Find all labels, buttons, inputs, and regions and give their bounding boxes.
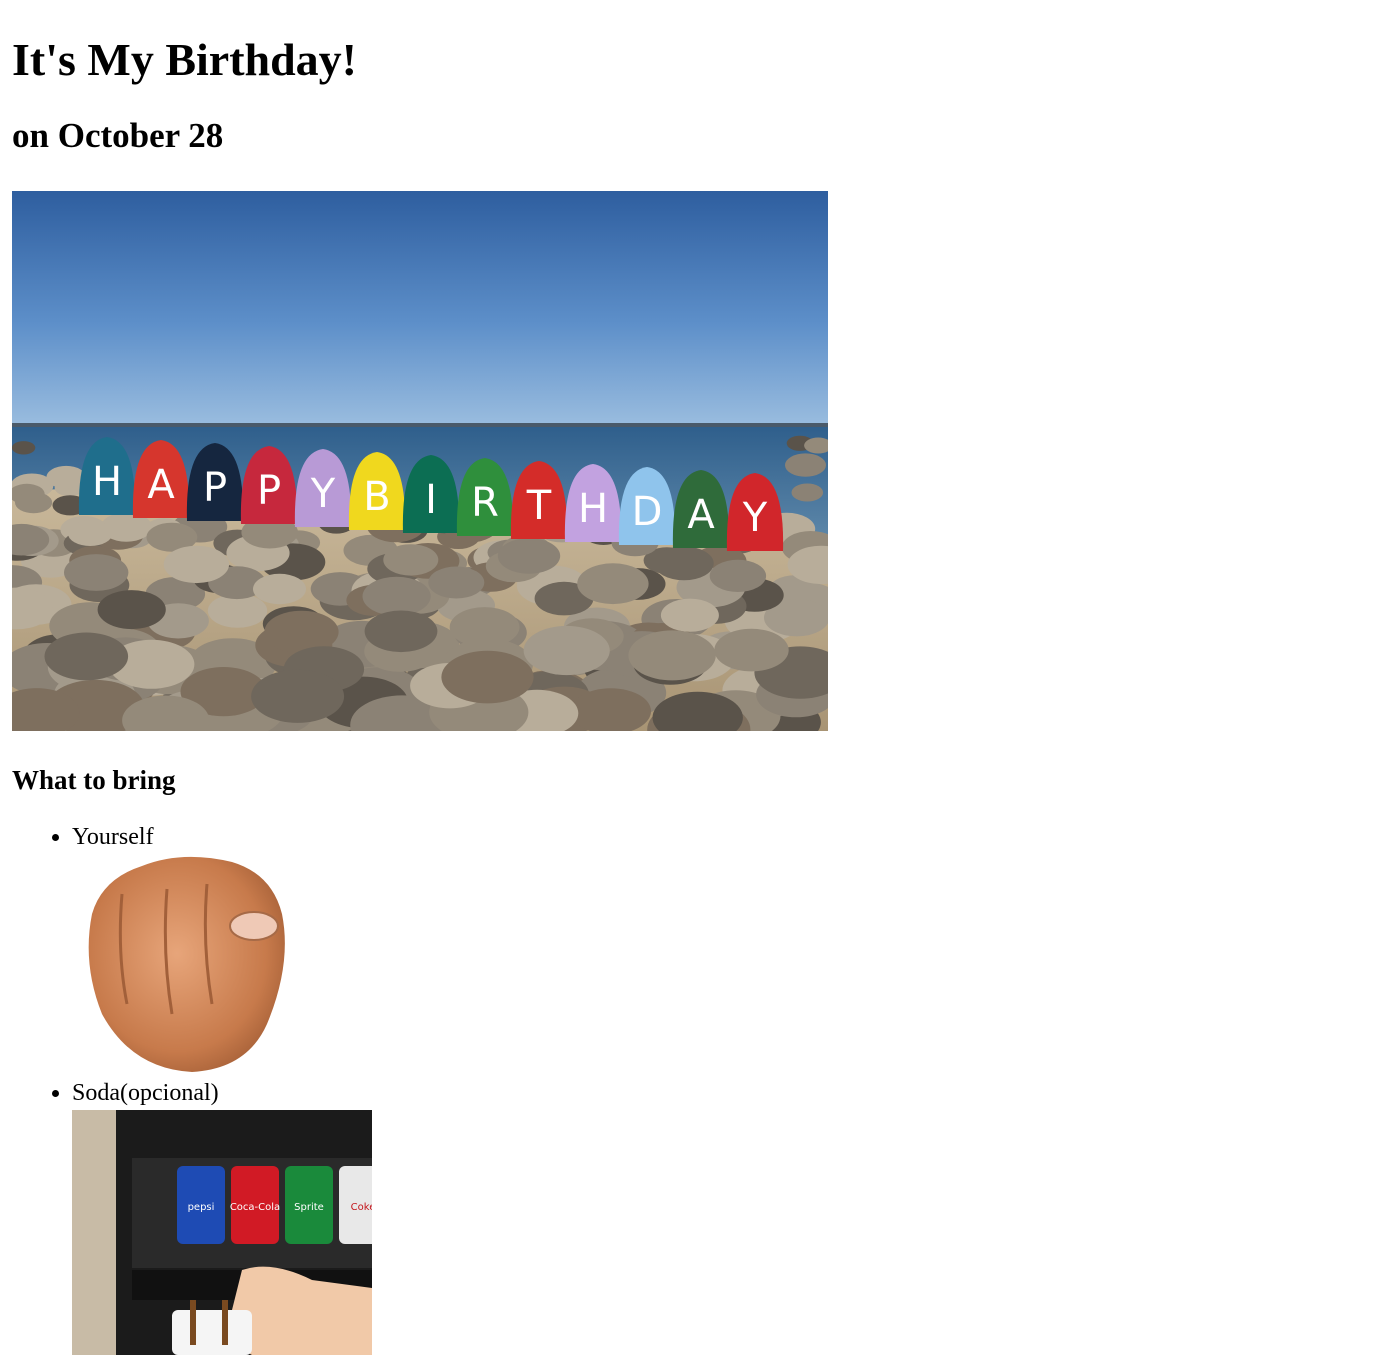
list-item-label: Yourself (72, 824, 154, 850)
svg-text:pepsi: pepsi (188, 1202, 215, 1213)
what-to-bring-heading: What to bring (12, 765, 176, 795)
stone-letter: Y (742, 495, 768, 541)
stone-letter: B (363, 474, 390, 520)
bring-list: Yourself Soda(opcional) pepsiCoca- (12, 820, 372, 1355)
stone-letter: A (687, 492, 715, 538)
stone-letter: A (147, 462, 175, 508)
soda-fountain-picture: pepsi Coca-Cola Sprite Coke (72, 1110, 372, 1355)
stone-letter: Y (310, 471, 336, 517)
stone-letter: I (425, 477, 437, 523)
stone-letter: R (471, 480, 499, 526)
stone-letter: H (92, 459, 122, 505)
stone-letter: P (257, 468, 281, 514)
list-item: Yourself (72, 820, 372, 1076)
soda-brand-label: Sprite (285, 1166, 333, 1244)
stone-letter: H (578, 486, 608, 532)
hero-image: HAPPYBIRTHDAY (12, 191, 828, 731)
svg-text:Coke: Coke (351, 1202, 372, 1213)
page: It's My Birthday! on October 28 (0, 0, 1394, 186)
soda-brand-label: pepsi (177, 1166, 225, 1244)
svg-text:Coca-Cola: Coca-Cola (230, 1202, 280, 1213)
soda-brand-label: Coca-Cola (230, 1166, 280, 1244)
soda-brand-label: Coke (339, 1166, 372, 1244)
svg-text:Sprite: Sprite (294, 1202, 324, 1213)
stone-letter: D (632, 489, 663, 535)
list-item-label: Soda(opcional) (72, 1080, 219, 1106)
page-subtitle: on October 28 (12, 116, 224, 155)
soda-brand-labels: pepsi Coca-Cola Sprite Coke (177, 1166, 372, 1244)
birthday-beach-picture: HAPPYBIRTHDAY (12, 191, 828, 731)
stone-letter: T (526, 483, 552, 529)
page-title: It's My Birthday! (12, 34, 357, 85)
stone-letter: P (203, 465, 227, 511)
list-item: Soda(opcional) pepsi Coca-Cola Sprite Coke (72, 1076, 372, 1355)
pointing-hand-picture (88, 856, 285, 1072)
